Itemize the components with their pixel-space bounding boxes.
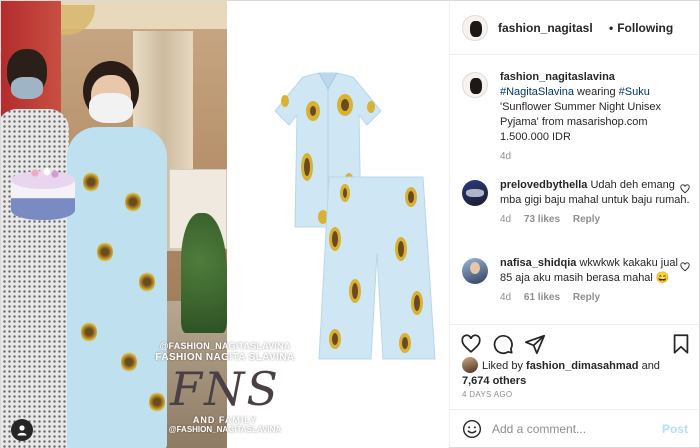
post-actions: Liked by fashion_dimasahmad and 7,674 ot…: [450, 324, 700, 447]
caption-age[interactable]: 4d: [500, 151, 511, 162]
header-separator: •: [609, 20, 614, 35]
watermark: @FASHION_NAGITASLAVINA FASHION NAGITA SL…: [151, 341, 299, 434]
caption: fashion_nagitaslavina #NagitaSlavina wea…: [462, 70, 692, 162]
comment-item: nafisa_shidqia wkwkwk kakaku jual 85 aja…: [462, 256, 692, 303]
monstera-plant: [181, 213, 227, 333]
bookmark-icon[interactable]: [670, 333, 692, 355]
liked-by: Liked by fashion_dimasahmad and 7,674 ot…: [462, 357, 692, 389]
post-timestamp[interactable]: 4 DAYS AGO: [462, 390, 512, 399]
reply-button[interactable]: Reply: [573, 292, 600, 303]
comment-like-heart-icon[interactable]: [680, 184, 690, 194]
commenter-avatar[interactable]: [462, 258, 488, 284]
comment-likes[interactable]: 73 likes: [524, 214, 560, 225]
heart-icon[interactable]: [460, 333, 482, 355]
watermark-handle-top: @FASHION_NAGITASLAVINA: [159, 341, 291, 351]
comment-like-heart-icon[interactable]: [680, 262, 690, 272]
post-header: fashion_nagitasl • Following: [450, 1, 700, 55]
reply-button[interactable]: Reply: [573, 214, 600, 225]
comment-input[interactable]: [492, 421, 652, 436]
comments-list[interactable]: fashion_nagitaslavina #NagitaSlavina wea…: [450, 56, 700, 324]
watermark-monogram: FNS: [170, 362, 280, 416]
instagram-post: @FASHION_NAGITASLAVINA FASHION NAGITA SL…: [0, 0, 700, 448]
birthday-cake: [11, 167, 75, 223]
comment-username[interactable]: prelovedbythella: [500, 179, 587, 191]
author-avatar[interactable]: [462, 14, 488, 41]
liked-prefix: Liked by: [482, 360, 527, 372]
share-icon[interactable]: [524, 333, 546, 355]
watermark-family: AND FAMILY: [192, 415, 258, 425]
comment-item: prelovedbythella Udah deh emang mba gigi…: [462, 178, 692, 225]
caption-username[interactable]: fashion_nagitaslavina: [500, 71, 615, 83]
add-comment-bar: Post: [450, 409, 700, 447]
comment-likes[interactable]: 61 likes: [524, 292, 560, 303]
post-comment-button[interactable]: Post: [662, 422, 688, 436]
liker-username[interactable]: fashion_dimasahmad: [526, 360, 638, 372]
author-username[interactable]: fashion_nagitasl: [498, 21, 608, 35]
liked-and: and: [638, 360, 660, 372]
action-icons: [460, 333, 692, 357]
commenter-avatar[interactable]: [462, 180, 488, 206]
post-image[interactable]: @FASHION_NAGITASLAVINA FASHION NAGITA SL…: [1, 1, 449, 448]
smile-icon[interactable]: [462, 419, 482, 439]
watermark-handle-bottom: @FASHION_NAGITASLAVINA: [168, 425, 282, 434]
comment-icon[interactable]: [492, 333, 514, 355]
liker-avatar[interactable]: [462, 357, 478, 373]
comment-username[interactable]: nafisa_shidqia: [500, 257, 576, 269]
caption-avatar[interactable]: [462, 72, 488, 98]
pyjama-pants: [318, 176, 436, 360]
comment-age[interactable]: 4d: [500, 292, 511, 303]
following-button[interactable]: Following: [617, 21, 673, 35]
caption-text: 'Sunflower Summer Night Unisex Pyjama' f…: [500, 101, 662, 143]
hashtag-link[interactable]: #NagitaSlavina: [500, 86, 574, 98]
caption-text: wearing: [574, 86, 619, 98]
post-side-panel: fashion_nagitasl • Following fashion_nag…: [449, 1, 700, 447]
comment-age[interactable]: 4d: [500, 214, 511, 225]
user-tag-icon[interactable]: [11, 419, 33, 441]
hashtag-link[interactable]: #Suku: [619, 86, 650, 98]
likes-others[interactable]: 7,674 others: [462, 375, 526, 387]
